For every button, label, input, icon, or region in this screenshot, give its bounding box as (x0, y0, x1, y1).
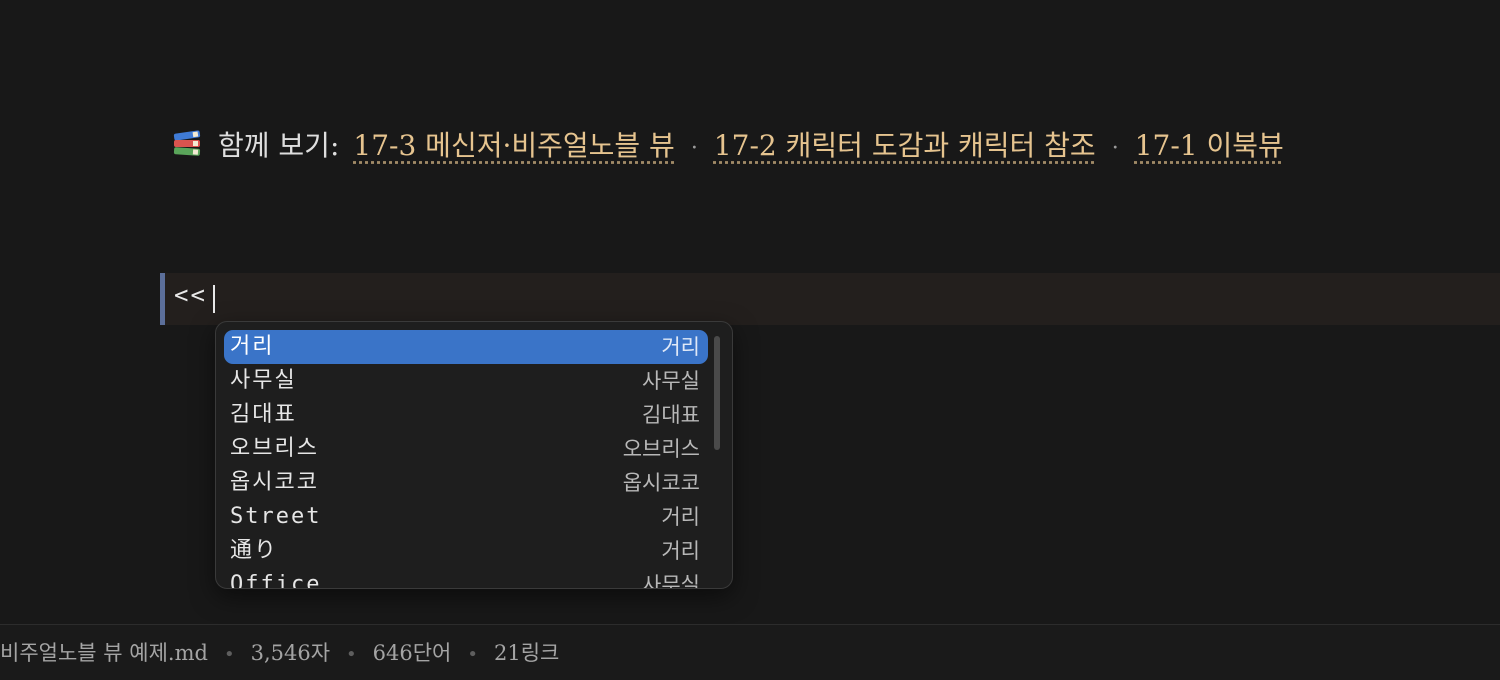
suggestion-alias: 김대표 (642, 403, 700, 427)
suggestion-name: 거리 (230, 334, 275, 359)
autocomplete-item[interactable]: Street 거리 (224, 500, 708, 534)
see-also-label: 함께 보기: (218, 129, 340, 162)
link-separator: · (1111, 136, 1119, 161)
suggestion-name: 오브리스 (230, 436, 319, 461)
suggestion-alias: 거리 (661, 335, 700, 359)
editor-pane[interactable]: 함께 보기: 17-3 메신저·비주얼노블 뷰 · 17-2 캐릭터 도감과 캐릭터 … (0, 0, 1500, 624)
suggestion-alias: 오브리스 (622, 437, 700, 461)
suggestion-alias: 옵시코코 (622, 471, 700, 495)
autocomplete-scrollbar[interactable] (714, 336, 720, 450)
suggestion-name: 사무실 (230, 368, 297, 393)
autocomplete-item[interactable]: 오브리스 오브리스 (224, 432, 708, 466)
autocomplete-item[interactable]: Office 사무실 (224, 568, 708, 589)
see-also-link-17-2[interactable]: 17-2 캐릭터 도감과 캐릭터 참조 (714, 129, 1096, 162)
status-bar: 비주얼노블 뷰 예제.md • 3,546자 • 646단어 • 21링크 (0, 624, 1500, 680)
see-also-link-17-3[interactable]: 17-3 메신저·비주얼노블 뷰 (353, 129, 674, 162)
suggestion-alias: 거리 (661, 539, 700, 563)
status-separator: • (467, 644, 479, 665)
autocomplete-item[interactable]: 거리 거리 (224, 330, 708, 364)
status-filename[interactable]: 비주얼노블 뷰 예제.md (0, 637, 208, 667)
see-also-line: 함께 보기: 17-3 메신저·비주얼노블 뷰 · 17-2 캐릭터 도감과 캐릭터 … (172, 124, 1284, 168)
suggestion-alias: 사무실 (642, 369, 700, 393)
suggestion-name: 옵시코코 (230, 470, 319, 495)
status-separator: • (223, 644, 235, 665)
suggestion-name: 김대표 (230, 402, 297, 427)
autocomplete-popup: 거리 거리 사무실 사무실 김대표 김대표 오브리스 오브리스 옵시코코 옵시코… (215, 321, 733, 589)
books-icon (172, 129, 202, 159)
status-link-count[interactable]: 21링크 (494, 637, 559, 667)
autocomplete-item[interactable]: 옵시코코 옵시코코 (224, 466, 708, 500)
suggestion-name: Office (230, 572, 322, 589)
suggestion-alias: 사무실 (642, 573, 700, 589)
suggestion-name: 通り (230, 538, 279, 563)
status-char-count: 3,546자 (250, 641, 331, 665)
status-word-count: 646단어 (372, 641, 452, 665)
autocomplete-item[interactable]: 김대표 김대표 (224, 398, 708, 432)
current-line-text: << (174, 281, 207, 309)
autocomplete-list: 거리 거리 사무실 사무실 김대표 김대표 오브리스 오브리스 옵시코코 옵시코… (224, 330, 708, 589)
link-separator: · (690, 136, 698, 161)
autocomplete-item[interactable]: 사무실 사무실 (224, 364, 708, 398)
suggestion-name: Street (230, 504, 322, 529)
status-separator: • (346, 644, 357, 665)
active-editor-line[interactable]: << (160, 273, 1500, 325)
see-also-link-17-1[interactable]: 17-1 이북뷰 (1135, 129, 1284, 162)
autocomplete-item[interactable]: 通り 거리 (224, 534, 708, 568)
text-caret (213, 285, 215, 313)
suggestion-alias: 거리 (661, 505, 700, 529)
